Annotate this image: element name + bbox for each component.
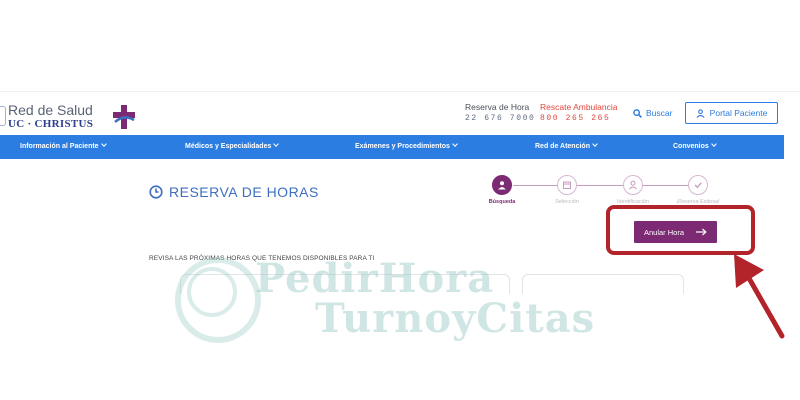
anular-hora-label: Anular Hora [643,227,685,237]
search-label: Buscar [646,108,673,118]
step-label: Selección [555,199,579,205]
anular-hora-button[interactable]: Anular Hora [634,221,717,243]
available-hours-heading: REVISA LAS PRÓXIMAS HORAS QUE TENEMOS DI… [149,255,375,262]
watermark-line2: TurnoyCitas [315,295,596,342]
nav-item-convenios[interactable]: Convenios [673,135,717,159]
logo-line1: Red de Salud [8,102,93,118]
nav-label: Exámenes y Procedimientos [355,143,450,150]
reserva-phone: 22 676 7000 [465,114,536,123]
christus-cross-icon [113,105,135,129]
check-icon [688,175,708,195]
nav-label: Red de Atención [535,143,590,150]
blank-top-area [0,0,800,91]
portal-label: Portal Paciente [709,108,768,118]
red-pointer-arrow [734,254,785,339]
rescate-phone: 800 265 265 [540,114,611,123]
search-icon [633,108,642,118]
rescate-ambulancia-contact[interactable]: Rescate Ambulancia 800 265 265 [540,102,618,124]
user-icon [696,108,705,118]
main-nav: Información al Paciente Médicos y Especi… [0,135,784,159]
chevron-down-icon [100,141,107,147]
nav-label: Información al Paciente [20,143,99,150]
reserva-hora-contact[interactable]: Reserva de Hora 22 676 7000 [465,102,535,124]
chevron-down-icon [273,141,280,147]
nav-item-examenes[interactable]: Exámenes y Procedimientos [355,135,458,159]
nav-label: Convenios [673,143,709,150]
nav-item-medicos[interactable]: Médicos y Especialidades [185,135,280,159]
watermark-clock-icon [175,257,261,343]
nav-item-red-atencion[interactable]: Red de Atención [535,135,598,159]
step-reserva-exitosa: ¡Reserva Exitosa! [673,175,723,205]
page-title: RESERVA DE HORAS [149,184,319,200]
chevron-down-icon [710,141,717,147]
chevron-down-icon [452,141,458,147]
arrow-right-icon [696,228,707,236]
user-icon [623,175,643,195]
calendar-icon [557,175,577,195]
step-busqueda: Búsqueda [477,175,527,205]
nav-item-informacion[interactable]: Información al Paciente [20,135,107,159]
logo-line2: UC · CHRISTUS [8,118,94,130]
site-header: Red de Salud UC · CHRISTUS Reserva de Ho… [0,91,800,135]
page-title-text: RESERVA DE HORAS [169,184,319,200]
watermark: PedirHora TurnoyCitas [175,255,625,345]
rescate-label: Rescate Ambulancia [540,102,618,112]
step-label: Búsqueda [488,199,516,205]
step-seleccion: Selección [542,175,592,205]
uc-seal-icon [0,106,6,126]
chevron-down-icon [592,141,598,147]
nav-label: Médicos y Especialidades [185,143,272,150]
step-identificacion: Identificación [608,175,658,205]
portal-paciente-button[interactable]: Portal Paciente [685,102,778,124]
reserva-label: Reserva de Hora [465,102,530,112]
results-card-side [522,274,684,294]
results-card [180,274,510,294]
search-button[interactable]: Buscar [633,108,672,118]
user-icon [492,175,512,195]
clock-icon [149,185,163,199]
